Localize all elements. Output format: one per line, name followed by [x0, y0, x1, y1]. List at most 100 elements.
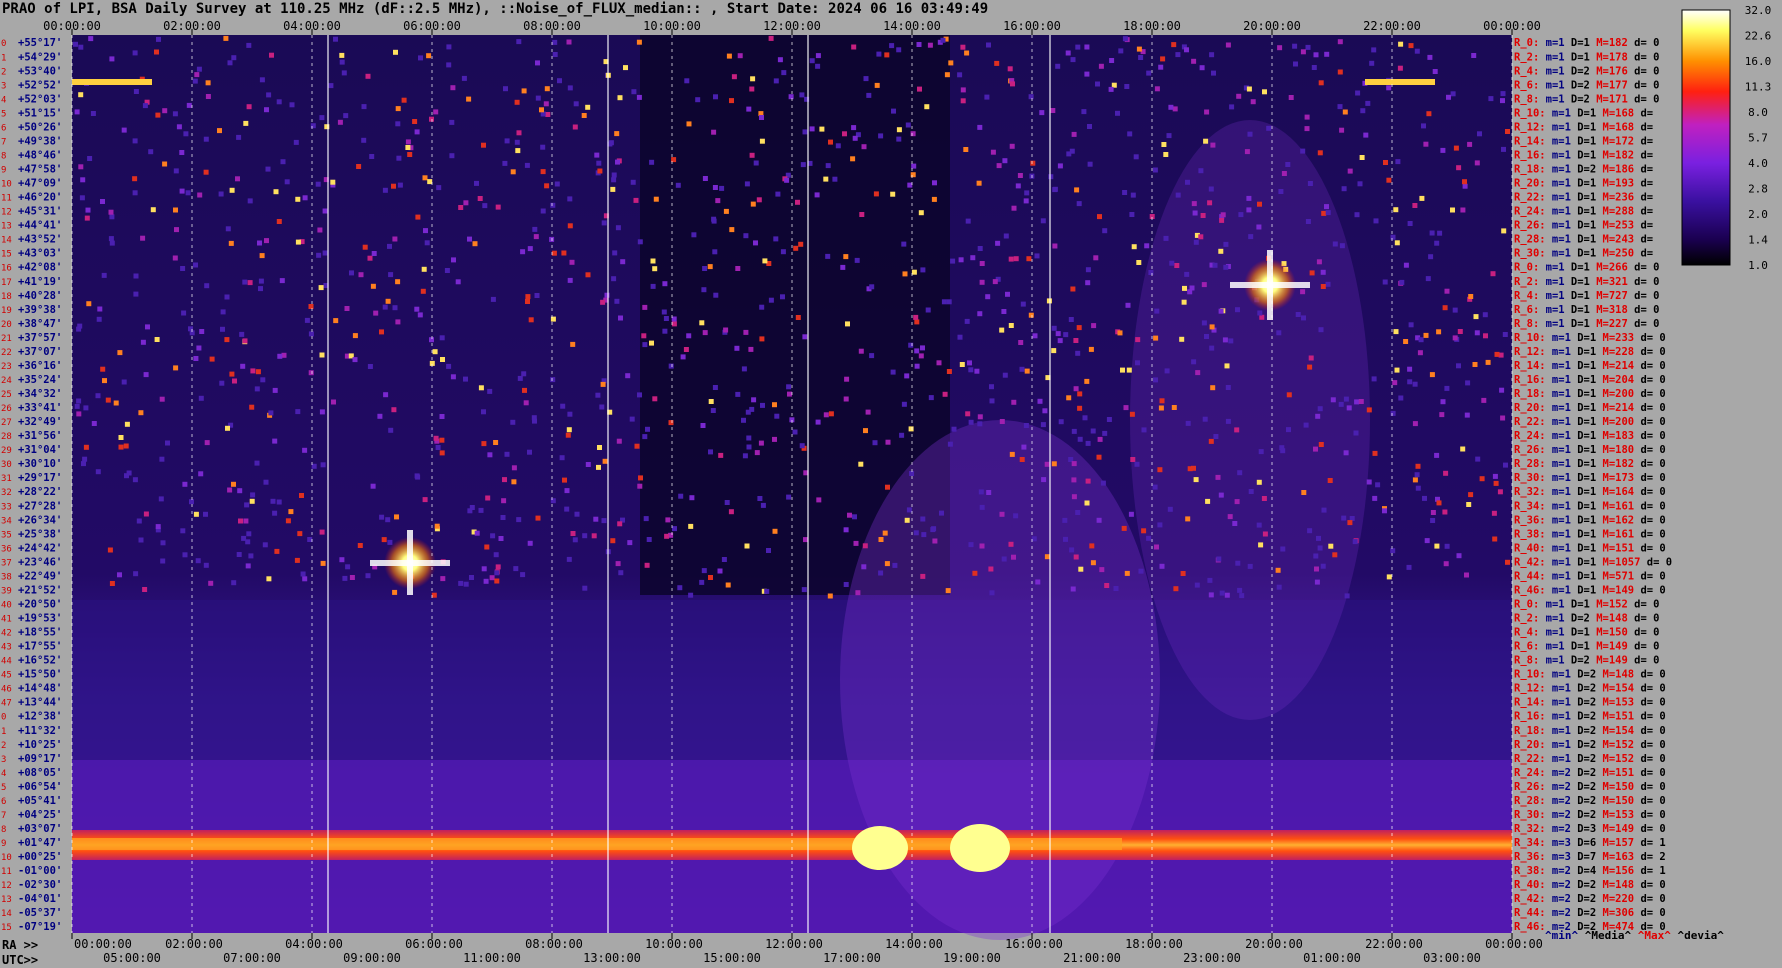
- noise-pixel: [1191, 359, 1197, 365]
- noise-pixel: [1278, 189, 1284, 194]
- noise-pixel: [1055, 63, 1061, 69]
- noise-pixel: [362, 244, 368, 250]
- noise-pixel: [1158, 405, 1164, 411]
- noise-pixel: [967, 360, 972, 366]
- noise-pixel: [370, 283, 376, 289]
- noise-pixel: [1427, 54, 1433, 60]
- noise-pixel: [382, 304, 388, 310]
- noise-pixel: [198, 471, 204, 477]
- noise-pixel: [862, 543, 868, 549]
- row-index-label: 19: [1, 306, 12, 316]
- noise-pixel: [554, 181, 560, 187]
- noise-pixel: [1154, 86, 1160, 92]
- noise-pixel: [1198, 234, 1204, 240]
- noise-pixel: [243, 518, 249, 524]
- noise-pixel: [1071, 428, 1077, 434]
- noise-pixel: [1354, 212, 1360, 218]
- noise-pixel: [1192, 210, 1198, 216]
- noise-pixel: [133, 89, 139, 94]
- beam-stat-row: R_32: m=2 D=3 M=149 d= 0: [1514, 823, 1666, 835]
- noise-pixel: [1169, 260, 1175, 266]
- noise-pixel: [302, 195, 308, 201]
- noise-pixel: [844, 376, 850, 382]
- noise-pixel: [1421, 123, 1426, 129]
- noise-pixel: [1262, 89, 1267, 95]
- noise-pixel: [823, 412, 829, 418]
- noise-pixel: [596, 160, 602, 166]
- noise-pixel: [155, 112, 161, 118]
- noise-pixel: [1414, 472, 1420, 478]
- noise-pixel: [1444, 288, 1450, 294]
- noise-pixel: [1442, 509, 1448, 515]
- noise-pixel: [1436, 500, 1442, 506]
- noise-pixel: [1412, 381, 1418, 387]
- noise-pixel: [964, 318, 970, 324]
- noise-pixel: [455, 279, 461, 285]
- noise-pixel: [180, 528, 186, 534]
- beam-stat-row: R_30: m=2 D=2 M=153 d= 0: [1514, 809, 1666, 821]
- noise-pixel: [1430, 518, 1436, 523]
- noise-pixel: [320, 462, 326, 468]
- noise-pixel: [1097, 214, 1102, 220]
- noise-pixel: [869, 353, 875, 359]
- noise-pixel: [1091, 323, 1097, 329]
- noise-pixel: [224, 337, 230, 343]
- colorbar-tick-label: 2.0: [1748, 208, 1768, 221]
- noise-pixel: [1481, 397, 1487, 403]
- noise-pixel: [1313, 446, 1318, 452]
- noise-pixel: [772, 528, 778, 534]
- noise-pixel: [140, 235, 146, 241]
- noise-pixel: [663, 316, 669, 321]
- noise-pixel: [602, 458, 608, 464]
- noise-pixel: [901, 401, 907, 407]
- legend-key: ^Max^: [1631, 929, 1671, 942]
- noise-pixel: [989, 398, 995, 404]
- noise-pixel: [885, 439, 891, 445]
- noise-pixel: [947, 441, 953, 447]
- spectrogram-chart: 00:00:00 02:00:00 04:00:00 06:00:00 08:00:00…: [1, 4, 1771, 965]
- noise-pixel: [422, 175, 428, 181]
- noise-pixel: [772, 436, 777, 442]
- noise-pixel: [662, 328, 668, 334]
- ra-tick-label: 16:00:00: [1005, 937, 1063, 951]
- noise-pixel: [1327, 478, 1333, 483]
- noise-pixel: [614, 298, 620, 304]
- noise-pixel: [1011, 554, 1016, 560]
- noise-pixel: [449, 153, 455, 159]
- noise-pixel: [1076, 325, 1082, 331]
- declination-label: +19°53': [18, 613, 62, 625]
- noise-pixel: [1125, 302, 1131, 308]
- declination-label: +12°38': [18, 711, 62, 723]
- noise-pixel: [482, 203, 488, 209]
- noise-pixel: [1443, 470, 1449, 476]
- declination-label: +46°20': [18, 192, 62, 204]
- noise-pixel: [1135, 360, 1140, 366]
- noise-pixel: [435, 445, 441, 450]
- top-tick-label: 06:00:00: [403, 19, 461, 33]
- noise-pixel: [642, 342, 648, 348]
- noise-pixel: [1085, 280, 1091, 286]
- noise-pixel: [918, 210, 924, 216]
- noise-pixel: [1172, 106, 1178, 112]
- declination-label: +16°52': [18, 655, 62, 667]
- noise-pixel: [274, 548, 280, 554]
- noise-pixel: [1397, 65, 1403, 71]
- noise-pixel: [1314, 579, 1320, 585]
- beam-stat-row: R_4: m=1 D=1 M=150 d= 0: [1514, 627, 1659, 639]
- noise-pixel: [1257, 310, 1263, 316]
- noise-pixel: [688, 523, 694, 529]
- declination-label: +51°15': [18, 107, 62, 119]
- noise-pixel: [369, 154, 375, 159]
- noise-pixel: [1468, 294, 1474, 299]
- noise-pixel: [1077, 436, 1083, 442]
- row-index-label: 16: [1, 264, 12, 274]
- noise-pixel: [1084, 71, 1090, 77]
- row-index-label: 13: [1, 222, 12, 232]
- noise-pixel: [743, 233, 749, 239]
- noise-pixel: [675, 182, 681, 188]
- noise-pixel: [319, 352, 325, 358]
- noise-pixel: [1386, 85, 1392, 91]
- legend-key: ^Media^: [1578, 929, 1632, 942]
- noise-pixel: [561, 250, 567, 256]
- noise-pixel: [795, 199, 800, 205]
